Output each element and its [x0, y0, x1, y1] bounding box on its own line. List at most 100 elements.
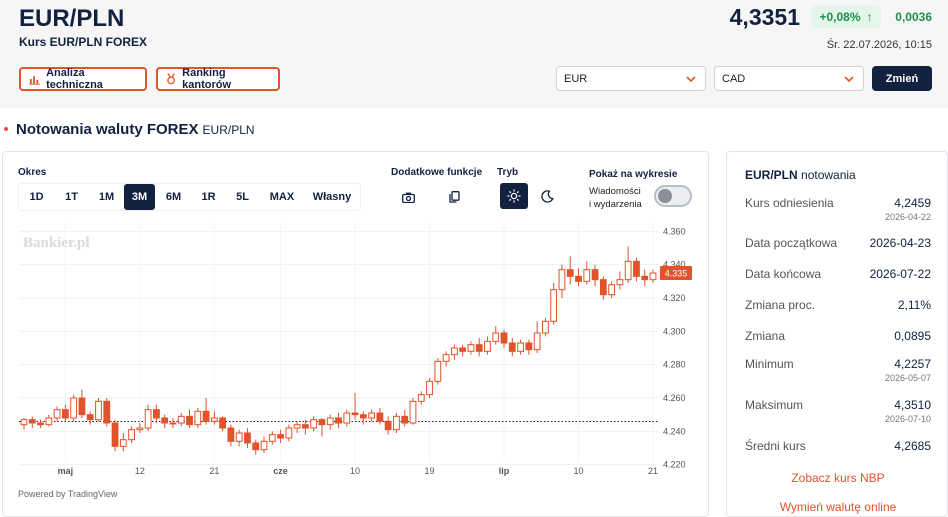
mode-label: Tryb [497, 167, 519, 178]
bar-chart-icon [29, 75, 41, 85]
ranking-icon [167, 73, 175, 85]
currency-pair-title: EUR/PLN [19, 5, 125, 32]
candle-body [359, 414, 367, 419]
period-6m[interactable]: 6M [155, 184, 192, 210]
x-tick-label: 19 [425, 466, 435, 476]
candle [641, 269, 649, 287]
candle-body [335, 417, 342, 424]
powered-by-tradingview[interactable]: Powered by TradingView [18, 489, 117, 499]
candle-body [194, 410, 202, 426]
candle [633, 258, 640, 282]
candle [542, 318, 549, 337]
candle [119, 433, 127, 452]
start-date-label: Data początkowa [745, 236, 838, 250]
dark-mode-button[interactable] [533, 183, 561, 209]
candles [20, 246, 657, 455]
y-tick-label: 4.240 [663, 426, 686, 436]
candle [533, 321, 541, 353]
candle-body [53, 409, 61, 419]
exchange-online-link[interactable]: Wymień walutę online [727, 500, 948, 514]
candle [70, 394, 78, 422]
period-1d[interactable]: 1D [19, 184, 54, 210]
candle [591, 264, 599, 287]
camera-icon [401, 192, 415, 203]
screenshot-button[interactable] [393, 183, 423, 211]
candle-body [95, 400, 102, 421]
candle [219, 416, 227, 432]
x-tick-label: cze [273, 466, 288, 476]
copy-button[interactable] [439, 183, 469, 211]
candle [144, 404, 152, 432]
x-tick-label: 21 [648, 466, 658, 476]
candle [417, 391, 425, 405]
candle [186, 409, 193, 428]
candle-body [517, 342, 524, 352]
period-1t[interactable]: 1T [54, 184, 89, 210]
y-tick-label: 4.220 [663, 460, 686, 470]
change-percent: +0,08% [819, 10, 861, 24]
moon-icon [540, 189, 554, 203]
candlestick-chart[interactable]: Bankier.pl 4.3604.3404.3204.3004.2804.26… [3, 222, 708, 484]
candle [310, 416, 318, 432]
candle-body [37, 422, 44, 426]
candle [326, 414, 334, 430]
candle-body [268, 434, 276, 442]
y-tick-label: 4.300 [663, 326, 686, 336]
candle-body [575, 275, 582, 282]
maximum-date: 2026-07-10 [884, 414, 931, 424]
exchange-ranking-button[interactable]: Ranking kantorów [156, 67, 280, 91]
arrow-up-icon: ↑ [866, 10, 873, 24]
candle [235, 429, 243, 447]
extra-functions-label: Dodatkowe funkcje [391, 167, 483, 178]
candle [194, 408, 202, 428]
currency-from-select[interactable]: EUR [556, 66, 706, 91]
candle-body [351, 412, 359, 416]
candle-body [177, 415, 185, 424]
candle [128, 426, 135, 443]
currency-to-select[interactable]: CAD [714, 66, 864, 91]
period-1r[interactable]: 1R [192, 184, 225, 210]
candle [78, 389, 86, 418]
candle-body [210, 417, 218, 422]
light-mode-button[interactable] [500, 183, 528, 209]
reference-rate-date: 2026-04-22 [884, 212, 931, 222]
candle [359, 411, 367, 425]
candle-body [260, 440, 268, 451]
technical-analysis-button[interactable]: Analiza techniczna [19, 67, 147, 91]
end-date-label: Data końcowa [745, 267, 822, 281]
news-label-line1: Wiadomości [589, 186, 641, 197]
candle-body [633, 260, 640, 277]
current-price: 4,3351 [729, 4, 800, 30]
x-tick-label: 10 [350, 466, 360, 476]
news-events-toggle[interactable] [654, 185, 692, 207]
change-percent-value: 2,11% [897, 298, 931, 312]
nbp-rate-link[interactable]: Zobacz kurs NBP [727, 471, 948, 485]
candle [86, 411, 94, 425]
candle-body [227, 427, 235, 442]
candle-body [293, 424, 301, 429]
currency-to-value: CAD [722, 72, 746, 85]
maximum-value: 4,3510 [894, 398, 931, 412]
candle-body [542, 320, 549, 334]
candle [459, 344, 467, 357]
period-1m[interactable]: 1M [89, 184, 124, 210]
candle-body [119, 439, 127, 447]
change-currency-button[interactable]: Zmień [872, 66, 932, 91]
period-3m[interactable]: 3M [124, 184, 155, 210]
change-absolute: 0,0036 [895, 10, 932, 24]
candle [649, 269, 657, 283]
candle-body [376, 412, 384, 422]
summary-title: EUR/PLN notowania [745, 168, 856, 182]
candle-body [235, 432, 243, 442]
candle-body [401, 415, 409, 424]
candle [566, 256, 574, 285]
period-custom[interactable]: Własny [304, 184, 360, 210]
candle-body [484, 340, 491, 352]
reference-rate-label: Kurs odniesienia [745, 196, 834, 210]
candle [401, 409, 409, 427]
candle-body [475, 344, 483, 352]
candle [599, 276, 607, 300]
period-5l[interactable]: 5L [225, 184, 260, 210]
candle-body [144, 409, 152, 429]
period-max[interactable]: MAX [260, 184, 304, 210]
